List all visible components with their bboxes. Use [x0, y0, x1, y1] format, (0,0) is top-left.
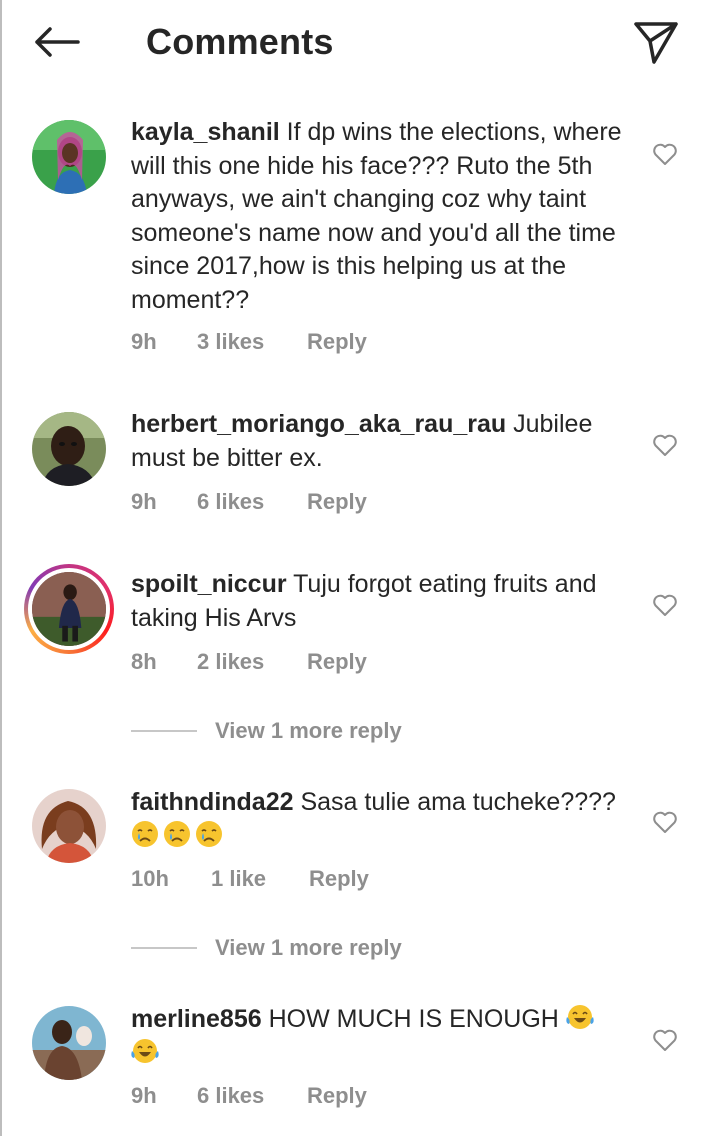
comment-username[interactable]: merline856 [131, 1005, 262, 1033]
comment-meta: 10h 1 like Reply [131, 865, 369, 893]
comment-likes[interactable]: 1 like [211, 865, 309, 893]
avatar [32, 572, 106, 646]
header-bar: Comments [0, 0, 720, 84]
avatar[interactable] [32, 120, 106, 194]
comment-text: HOW MUCH IS ENOUGH [261, 1005, 566, 1033]
crying-face-emoji [196, 820, 222, 847]
comment-time: 9h [131, 329, 157, 354]
view-more-replies[interactable]: View 1 more reply [131, 717, 402, 745]
page-title: Comments [146, 21, 334, 62]
comment-time: 9h [131, 1083, 157, 1108]
paper-plane-icon [634, 22, 678, 64]
share-button[interactable] [628, 16, 684, 68]
comment-body: merline856 HOW MUCH IS ENOUGH [131, 1003, 631, 1070]
avatar-story-ring[interactable] [24, 564, 114, 654]
comment-username[interactable]: herbert_moriango_aka_rau_rau [131, 410, 506, 438]
comment-body: herbert_moriango_aka_rau_rau Jubilee mus… [131, 408, 631, 475]
comment-likes[interactable]: 6 likes [197, 1082, 307, 1110]
heart-icon[interactable] [652, 810, 678, 834]
avatar-photo [32, 1006, 106, 1080]
comment-username[interactable]: kayla_shanil [131, 118, 280, 146]
avatar-photo [32, 789, 106, 863]
tears-of-joy-emoji [131, 1038, 159, 1063]
comment-likes[interactable]: 6 likes [197, 488, 307, 516]
story-ring-gap [28, 568, 110, 650]
comment-username[interactable]: spoilt_niccur [131, 570, 287, 598]
heart-icon[interactable] [652, 1028, 678, 1052]
comment-time: 10h [131, 866, 169, 891]
avatar[interactable] [32, 789, 106, 863]
view-more-label: View 1 more reply [215, 718, 402, 743]
reply-button[interactable]: Reply [309, 865, 369, 893]
reply-button[interactable]: Reply [307, 488, 367, 516]
avatar-photo [32, 412, 106, 486]
crying-face-emoji-group [131, 820, 227, 850]
comment-body: spoilt_niccur Tuju forgot eating fruits … [131, 568, 631, 635]
comment-body: kayla_shanil If dp wins the elections, w… [131, 116, 631, 317]
heart-icon[interactable] [652, 142, 678, 166]
heart-icon[interactable] [652, 433, 678, 457]
comment-meta: 9h 6 likes Reply [131, 1082, 367, 1110]
divider-line [131, 947, 197, 949]
view-more-replies[interactable]: View 1 more reply [131, 934, 402, 962]
comment-meta: 9h 6 likes Reply [131, 488, 367, 516]
avatar-photo [32, 120, 106, 194]
avatar-photo [32, 572, 106, 646]
avatar[interactable] [32, 412, 106, 486]
back-button[interactable] [28, 20, 84, 64]
comment-time: 9h [131, 489, 157, 514]
comment-text: If dp wins the elections, where will thi… [131, 118, 622, 314]
comment-likes[interactable]: 3 likes [197, 328, 307, 356]
tears-of-joy-emoji [566, 1005, 594, 1029]
arrow-left-icon [35, 27, 80, 57]
comment-time: 8h [131, 649, 157, 674]
comment-likes[interactable]: 2 likes [197, 648, 307, 676]
heart-icon[interactable] [652, 593, 678, 617]
comment-body: faithndinda22 Sasa tulie ama tucheke???? [131, 786, 631, 853]
crying-face-emoji [132, 820, 158, 847]
view-more-label: View 1 more reply [215, 935, 402, 960]
reply-button[interactable]: Reply [307, 328, 367, 356]
reply-button[interactable]: Reply [307, 648, 367, 676]
crying-face-emoji [164, 820, 190, 847]
comment-meta: 8h 2 likes Reply [131, 648, 367, 676]
reply-button[interactable]: Reply [307, 1082, 367, 1110]
window-edge [0, 0, 2, 1136]
comment-meta: 9h 3 likes Reply [131, 328, 367, 356]
comment-username[interactable]: faithndinda22 [131, 788, 294, 816]
avatar[interactable] [32, 1006, 106, 1080]
divider-line [131, 730, 197, 732]
comment-text: Sasa tulie ama tucheke???? [293, 788, 616, 816]
